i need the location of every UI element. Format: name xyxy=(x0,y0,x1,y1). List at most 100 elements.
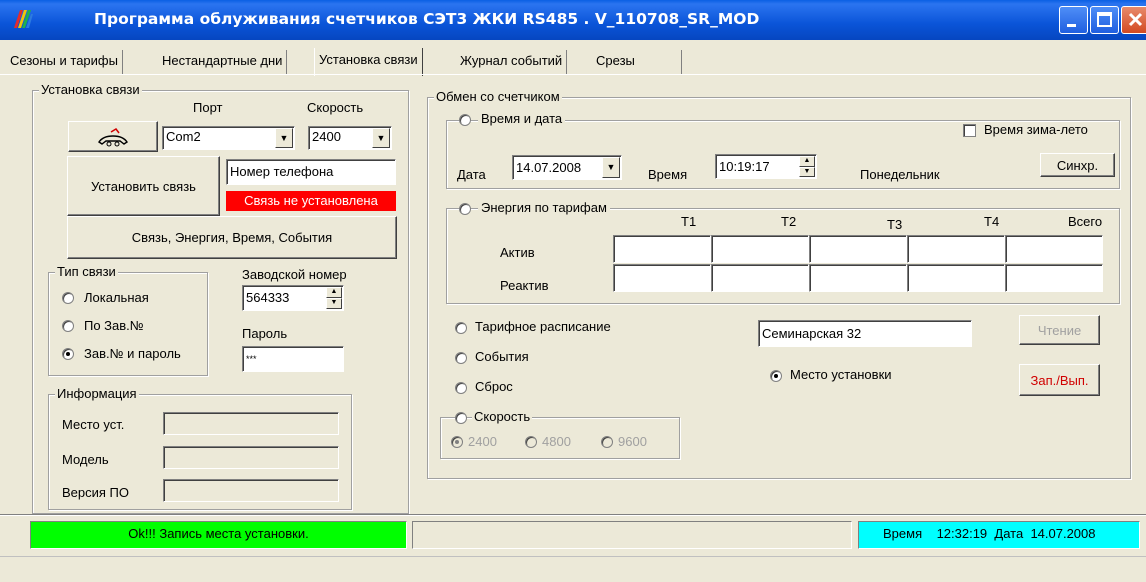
location-option-label: Место установки xyxy=(790,367,892,382)
events-label: События xyxy=(475,349,529,364)
phone-number-field[interactable]: Номер телефона xyxy=(226,159,396,185)
link-local-label: Локальная xyxy=(84,290,149,305)
close-button[interactable] xyxy=(1121,6,1146,34)
info-firmware-field xyxy=(163,479,339,502)
tab-strip: Сезоны и тарифы Нестандартные дни Устано… xyxy=(0,48,1146,76)
sync-time-button[interactable]: Синхр. xyxy=(1040,153,1115,177)
energy-col-t4: T4 xyxy=(984,214,1000,229)
reset-label: Сброс xyxy=(475,379,513,394)
connection-status-badge: Связь не установлена xyxy=(226,191,396,211)
dst-checkbox[interactable] xyxy=(963,124,976,137)
speed-4800-radio[interactable] xyxy=(525,436,537,448)
time-stepper-value: 10:19:17 xyxy=(719,159,770,174)
minimize-button[interactable] xyxy=(1059,6,1088,34)
date-picker-value: 14.07.2008 xyxy=(516,160,582,175)
energy-col-t1: T1 xyxy=(681,214,697,229)
tab-connection[interactable]: Установка связи xyxy=(314,48,423,76)
speed-2400-radio[interactable] xyxy=(451,436,463,448)
port-label: Порт xyxy=(193,100,223,115)
read-button[interactable]: Чтение xyxy=(1019,315,1100,345)
password-field[interactable]: *** xyxy=(242,346,344,372)
energy-active-t1 xyxy=(613,235,711,263)
energy-row-reactive-label: Реактив xyxy=(500,278,549,293)
energy-active-t3 xyxy=(809,235,907,263)
status-divider xyxy=(0,514,1146,516)
calendar-dropdown-icon[interactable]: ▼ xyxy=(602,157,620,178)
serial-number-stepper[interactable]: 564333 ▲ ▼ xyxy=(242,285,344,311)
password-label: Пароль xyxy=(242,326,288,341)
tab-slices[interactable]: Срезы xyxy=(592,50,682,74)
stepper-arrows-icon[interactable]: ▲ ▼ xyxy=(799,156,815,177)
tab-special-days[interactable]: Нестандартные дни xyxy=(158,50,288,74)
time-label: Время xyxy=(648,167,688,182)
connect-read-all-button[interactable]: Связь, Энергия, Время, События xyxy=(67,216,397,259)
connect-button[interactable]: Установить связь xyxy=(67,156,220,216)
close-icon xyxy=(1128,12,1143,27)
tariff-schedule-label: Тарифное расписание xyxy=(475,319,611,334)
clock-time-label: Время xyxy=(883,526,923,541)
info-location-field xyxy=(163,412,339,435)
tab-seasons-tariffs[interactable]: Сезоны и тарифы xyxy=(6,50,123,74)
info-firmware-label: Версия ПО xyxy=(62,485,129,500)
location-input[interactable]: Семинарская 32 xyxy=(758,320,972,347)
stepper-arrows-icon[interactable]: ▲ ▼ xyxy=(326,287,342,309)
weekday-label: Понедельник xyxy=(860,167,940,182)
energy-row-active-label: Актив xyxy=(500,245,535,260)
chevron-down-icon[interactable]: ▼ xyxy=(372,128,390,148)
energy-reactive-t3 xyxy=(809,264,907,292)
info-group-label: Информация xyxy=(55,386,139,402)
speed-9600-label: 9600 xyxy=(618,434,647,449)
link-type-group-label: Тип связи xyxy=(55,264,118,280)
link-local-radio[interactable] xyxy=(62,292,74,304)
speed-label: Скорость xyxy=(307,100,364,115)
write-execute-button[interactable]: Зап./Вып. xyxy=(1019,364,1100,396)
clock-time-value: 12:32:19 xyxy=(936,526,988,541)
port-select[interactable]: Com2 ▼ xyxy=(162,126,295,150)
datetime-label: Время и дата xyxy=(478,111,566,127)
info-model-field xyxy=(163,446,339,469)
speed-select-value: 2400 xyxy=(312,129,341,144)
energy-reactive-t1 xyxy=(613,264,711,292)
tab-divider xyxy=(0,74,1146,75)
datetime-radio[interactable] xyxy=(459,114,471,126)
telephone-icon xyxy=(98,127,128,146)
date-picker[interactable]: 14.07.2008 ▼ xyxy=(512,155,622,180)
date-label: Дата xyxy=(457,167,486,182)
clock-date-label: Дата xyxy=(994,526,1024,541)
app-logo-icon xyxy=(14,10,33,28)
link-serial-password-label: Зав.№ и пароль xyxy=(84,346,181,361)
speed-select[interactable]: 2400 ▼ xyxy=(308,126,392,150)
link-by-serial-label: По Зав.№ xyxy=(84,318,144,333)
energy-radio[interactable] xyxy=(459,203,471,215)
energy-reactive-t2 xyxy=(711,264,809,292)
dst-label: Время зима-лето xyxy=(984,122,1088,137)
serial-number-label: Заводской номер xyxy=(242,267,347,282)
minimize-icon xyxy=(1067,24,1076,27)
energy-col-t2: T2 xyxy=(781,214,797,229)
tariff-schedule-radio[interactable] xyxy=(455,322,467,334)
link-by-serial-radio[interactable] xyxy=(62,320,74,332)
bottom-status-strip xyxy=(0,556,1146,582)
info-location-label: Место уст. xyxy=(62,417,125,432)
maximize-button[interactable] xyxy=(1090,6,1119,34)
time-stepper[interactable]: 10:19:17 ▲ ▼ xyxy=(715,154,817,179)
status-progress-panel xyxy=(412,521,852,549)
location-radio[interactable] xyxy=(770,370,782,382)
clock-date-value: 14.07.2008 xyxy=(1030,526,1096,541)
chevron-down-icon[interactable]: ▼ xyxy=(275,128,293,148)
link-serial-password-radio[interactable] xyxy=(62,348,74,360)
speed-9600-radio[interactable] xyxy=(601,436,613,448)
tab-event-log[interactable]: Журнал событий xyxy=(456,50,568,74)
speed-4800-label: 4800 xyxy=(542,434,571,449)
energy-col-total: Всего xyxy=(1068,214,1103,229)
info-model-label: Модель xyxy=(62,452,109,467)
title-bar[interactable]: Программа облуживания счетчиков СЭТ3 ЖКИ… xyxy=(0,0,1146,40)
energy-active-total xyxy=(1005,235,1103,263)
speed-group-label: Скорость xyxy=(472,409,533,425)
speed-radio[interactable] xyxy=(455,412,467,424)
energy-reactive-total xyxy=(1005,264,1103,292)
reset-radio[interactable] xyxy=(455,382,467,394)
events-radio[interactable] xyxy=(455,352,467,364)
connection-group-label: Установка связи xyxy=(39,82,142,98)
phone-dial-button[interactable] xyxy=(68,121,158,152)
